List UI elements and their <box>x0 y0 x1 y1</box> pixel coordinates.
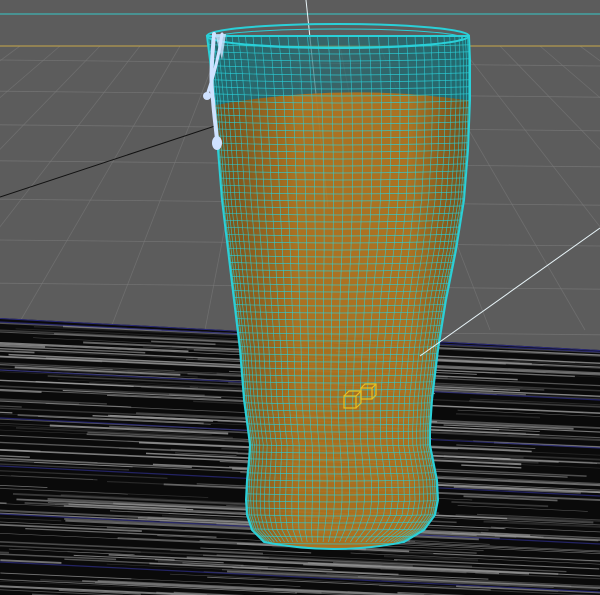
viewport-scene[interactable] <box>0 0 600 595</box>
3d-viewport[interactable] <box>0 0 600 595</box>
